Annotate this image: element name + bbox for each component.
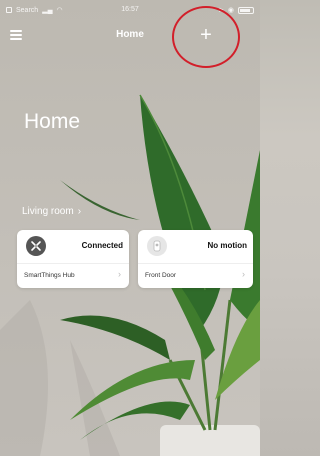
device-name: Front Door: [145, 272, 177, 279]
room-link-living-room[interactable]: Living room ›: [22, 206, 81, 217]
plant-background-image: [0, 0, 260, 456]
hub-icon: [26, 236, 46, 256]
room-label: Living room: [22, 206, 74, 217]
chevron-right-icon: ›: [77, 206, 82, 217]
chevron-right-icon: ›: [242, 269, 245, 279]
chevron-right-icon: ›: [118, 269, 121, 279]
alarm-icon: ◉: [227, 7, 234, 14]
device-card-front-door[interactable]: No motion Front Door ›: [138, 230, 253, 288]
card-divider: [17, 263, 129, 264]
battery-icon: [238, 6, 254, 14]
motion-sensor-icon: [147, 236, 167, 256]
highlight-ring: [172, 6, 240, 68]
device-name: SmartThings Hub: [24, 272, 75, 279]
page-title: Home: [24, 110, 81, 133]
card-divider: [138, 263, 253, 264]
device-card-hub[interactable]: Connected SmartThings Hub ›: [17, 230, 129, 288]
device-status: No motion: [207, 241, 247, 250]
device-status: Connected: [81, 241, 123, 250]
